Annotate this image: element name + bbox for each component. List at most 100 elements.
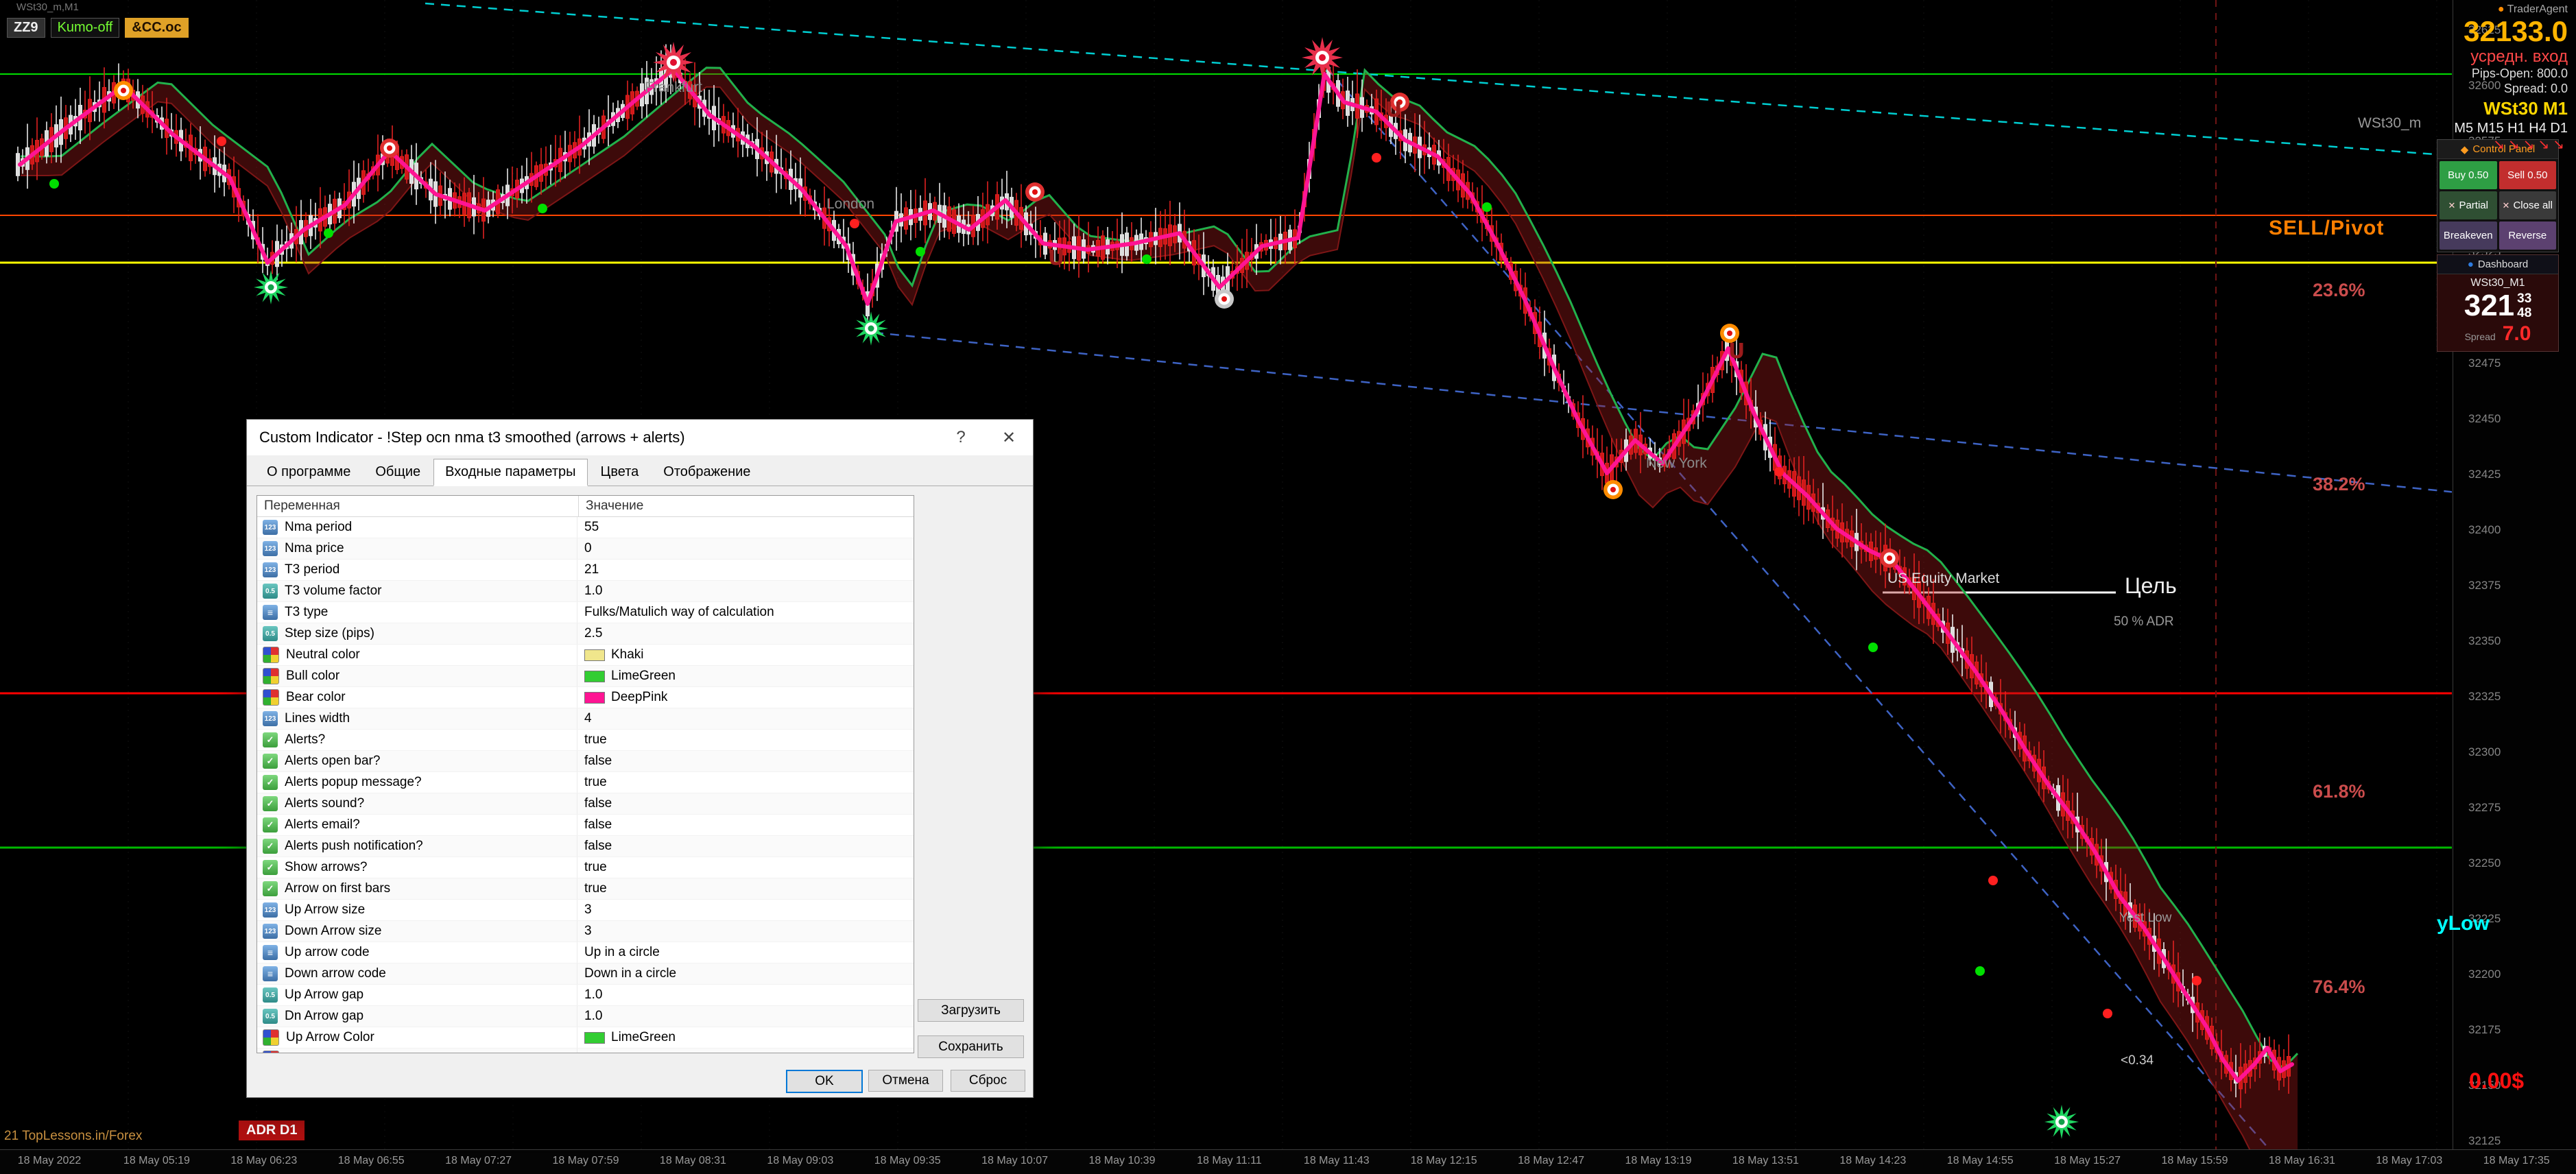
param-value[interactable]: 1.0: [577, 1006, 914, 1027]
param-value[interactable]: true: [577, 772, 914, 793]
timeline-label: 18 May 09:03: [767, 1155, 833, 1167]
dashboard-dot-icon: ●: [2468, 259, 2474, 270]
param-value[interactable]: false: [577, 836, 914, 856]
close-icon[interactable]: ✕: [985, 420, 1033, 455]
param-row[interactable]: Down Arrow ColorDeepPink: [257, 1049, 914, 1053]
param-type-bool-icon: ✓: [263, 775, 278, 790]
kumo-off-badge[interactable]: Kumo-off: [51, 18, 120, 38]
param-type-double-icon: 0.5: [263, 626, 278, 641]
param-row[interactable]: Neutral colorKhaki: [257, 645, 914, 666]
dialog-tab-4[interactable]: Отображение: [652, 459, 762, 486]
param-row[interactable]: 123Nma period55: [257, 517, 914, 538]
partial-button[interactable]: ✕Partial: [2440, 191, 2497, 219]
param-row[interactable]: ✓Arrow on first barstrue: [257, 878, 914, 900]
param-type-color-icon: [263, 689, 279, 706]
param-row[interactable]: ≡Down arrow codeDown in a circle: [257, 963, 914, 985]
reset-button[interactable]: Сброс: [951, 1070, 1025, 1092]
param-row[interactable]: ✓Alerts push notification?false: [257, 836, 914, 857]
dialog-tab-3[interactable]: Цвета: [589, 459, 651, 486]
param-value[interactable]: 1.0: [577, 581, 914, 601]
param-value[interactable]: Up in a circle: [577, 942, 914, 963]
dashboard-title[interactable]: ●Dashboard: [2437, 255, 2558, 274]
param-row[interactable]: Up Arrow Color LimeGreen: [257, 1027, 914, 1049]
zz9-badge[interactable]: ZZ9: [7, 18, 45, 38]
param-type-double-icon: 0.5: [263, 1009, 278, 1024]
param-row[interactable]: ✓Alerts open bar?false: [257, 751, 914, 772]
param-type-int-icon: 123: [263, 902, 278, 918]
trend-arrows-icon: ↘↘↘↘↘: [2454, 136, 2568, 153]
param-value[interactable]: 2.5: [577, 623, 914, 644]
svg-text:U: U: [1385, 98, 1402, 122]
param-row[interactable]: ✓Alerts sound?false: [257, 793, 914, 815]
param-value[interactable]: 3: [577, 921, 914, 942]
param-value[interactable]: DeepPink: [577, 687, 914, 708]
param-type-double-icon: 0.5: [263, 987, 278, 1003]
param-value[interactable]: true: [577, 878, 914, 899]
param-row[interactable]: Bull colorLimeGreen: [257, 666, 914, 687]
param-row[interactable]: ✓Show arrows?true: [257, 857, 914, 878]
param-table: Переменная Значение 123Nma period55123Nm…: [257, 495, 914, 1053]
cancel-button[interactable]: Отмена: [868, 1070, 943, 1092]
reverse-button[interactable]: Reverse: [2499, 221, 2557, 250]
param-value[interactable]: true: [577, 857, 914, 878]
param-value[interactable]: false: [577, 793, 914, 814]
param-row[interactable]: 123Nma price0: [257, 538, 914, 560]
breakeven-button[interactable]: Breakeven: [2440, 221, 2497, 250]
dialog-tab-0[interactable]: О программе: [255, 459, 362, 486]
param-name: Up Arrow Color: [286, 1030, 374, 1045]
param-row[interactable]: 123Down Arrow size3: [257, 921, 914, 942]
help-icon[interactable]: ?: [937, 420, 985, 455]
param-value[interactable]: 3: [577, 900, 914, 920]
param-row[interactable]: ≡T3 typeFulks/Matulich way of calculatio…: [257, 602, 914, 623]
save-button[interactable]: Сохранить: [918, 1035, 1024, 1058]
param-value[interactable]: DeepPink: [577, 1049, 914, 1053]
param-value[interactable]: Fulks/Matulich way of calculation: [577, 602, 914, 623]
indicator-badge-row: ZZ9 Kumo-off &CC.oc: [7, 18, 189, 38]
param-value[interactable]: 21: [577, 560, 914, 580]
param-type-enum-icon: ≡: [263, 966, 278, 981]
timeframe-list[interactable]: M5 M15 H1 H4 D1: [2454, 120, 2568, 136]
cc-oc-badge[interactable]: &CC.oc: [125, 18, 188, 38]
column-header-variable[interactable]: Переменная: [257, 496, 579, 516]
param-row[interactable]: ≡Up arrow codeUp in a circle: [257, 942, 914, 963]
param-row[interactable]: ✓Alerts email?false: [257, 815, 914, 836]
dialog-tab-1[interactable]: Общие: [363, 459, 432, 486]
param-value[interactable]: 4: [577, 708, 914, 729]
param-value[interactable]: 0: [577, 538, 914, 559]
buy-0-50-button[interactable]: Buy 0.50: [2440, 161, 2497, 189]
param-row[interactable]: ✓Alerts popup message?true: [257, 772, 914, 793]
param-value[interactable]: LimeGreen: [577, 666, 914, 686]
param-row[interactable]: 0.5T3 volume factor1.0: [257, 581, 914, 602]
param-value[interactable]: Khaki: [577, 645, 914, 665]
timeline[interactable]: 18 May 202218 May 05:1918 May 06:2318 Ma…: [0, 1149, 2576, 1174]
ok-button[interactable]: OK: [786, 1070, 863, 1093]
param-name: T3 volume factor: [285, 584, 382, 599]
dialog-titlebar[interactable]: Custom Indicator - !Step ocn nma t3 smoo…: [247, 420, 1033, 455]
load-button[interactable]: Загрузить: [918, 999, 1024, 1022]
adr-d1-badge[interactable]: ADR D1: [239, 1121, 305, 1140]
param-value[interactable]: 55: [577, 517, 914, 538]
close-all-button[interactable]: ✕Close all: [2499, 191, 2557, 219]
color-swatch: [584, 649, 605, 661]
param-value[interactable]: Down in a circle: [577, 963, 914, 984]
dialog-tab-2[interactable]: Входные параметры: [433, 459, 587, 486]
param-name: Alerts email?: [285, 817, 360, 832]
param-value[interactable]: false: [577, 815, 914, 835]
param-value[interactable]: false: [577, 751, 914, 771]
param-row[interactable]: 0.5Step size (pips)2.5: [257, 623, 914, 645]
param-row[interactable]: Bear colorDeepPink: [257, 687, 914, 708]
param-name: Down Arrow size: [285, 924, 382, 939]
param-row[interactable]: 123T3 period21: [257, 560, 914, 581]
sell-pivot-label: SELL/Pivot: [2269, 217, 2384, 240]
param-value[interactable]: true: [577, 730, 914, 750]
param-row[interactable]: 0.5Up Arrow gap1.0: [257, 985, 914, 1006]
param-value[interactable]: LimeGreen: [577, 1027, 914, 1048]
param-value[interactable]: 1.0: [577, 985, 914, 1005]
param-row[interactable]: ✓Alerts?true: [257, 730, 914, 751]
timeline-label: 18 May 13:19: [1625, 1155, 1692, 1167]
param-row[interactable]: 123Up Arrow size3: [257, 900, 914, 921]
param-row[interactable]: 123Lines width4: [257, 708, 914, 730]
param-row[interactable]: 0.5Dn Arrow gap1.0: [257, 1006, 914, 1027]
column-header-value[interactable]: Значение: [579, 496, 914, 516]
sell-0-50-button[interactable]: Sell 0.50: [2499, 161, 2557, 189]
